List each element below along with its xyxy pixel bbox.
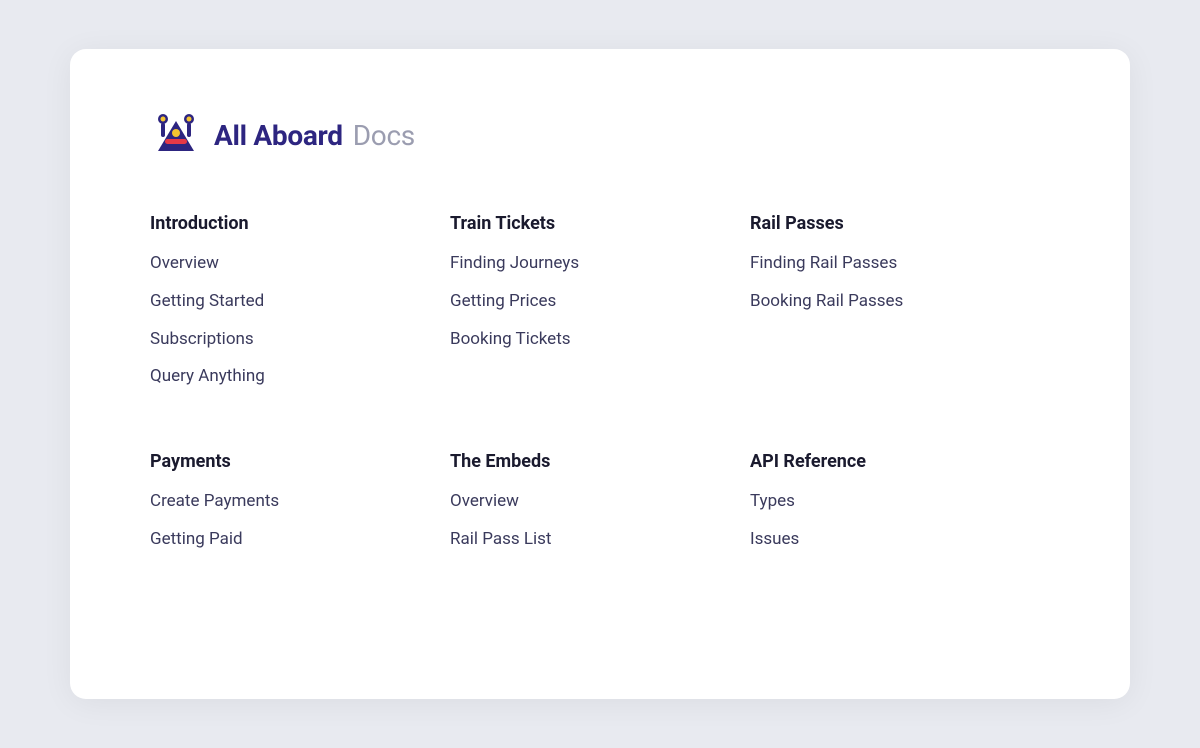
- nav-item-create-payments[interactable]: Create Payments: [150, 490, 410, 514]
- nav-section-title-rail-passes: Rail Passes: [750, 213, 1010, 234]
- nav-item-subscriptions[interactable]: Subscriptions: [150, 328, 410, 352]
- nav-grid: Introduction Overview Getting Started Subsc…: [150, 213, 1050, 614]
- logo-text: All Aboard Docs: [214, 119, 415, 152]
- nav-item-finding-rail-passes[interactable]: Finding Rail Passes: [750, 252, 1010, 276]
- nav-item-query-anything[interactable]: Query Anything: [150, 365, 410, 389]
- nav-item-overview[interactable]: Overview: [450, 490, 710, 514]
- nav-item-getting-prices[interactable]: Getting Prices: [450, 290, 710, 314]
- nav-item-booking-rail-passes[interactable]: Booking Rail Passes: [750, 290, 1010, 314]
- nav-section-train-tickets: Train Tickets Finding Journeys Getting Pri…: [450, 213, 750, 403]
- logo-brand: All Aboard: [214, 119, 343, 152]
- nav-item-rail-pass-list[interactable]: Rail Pass List: [450, 528, 710, 552]
- nav-section-title-the-embeds: The Embeds: [450, 451, 710, 472]
- nav-section-the-embeds: The Embeds Overview Rail Pass List: [450, 451, 750, 566]
- logo-section: All Aboard Docs: [150, 109, 1050, 161]
- nav-item-overview[interactable]: Overview: [150, 252, 410, 276]
- nav-section-rail-passes: Rail Passes Finding Rail Passes Booking Ra…: [750, 213, 1050, 403]
- nav-section-api-reference: API Reference Types Issues: [750, 451, 1050, 566]
- nav-section-introduction: Introduction Overview Getting Started Subsc…: [150, 213, 450, 403]
- nav-section-payments: Payments Create Payments Getting Paid: [150, 451, 450, 566]
- nav-item-getting-paid[interactable]: Getting Paid: [150, 528, 410, 552]
- nav-item-getting-started[interactable]: Getting Started: [150, 290, 410, 314]
- nav-item-finding-journeys[interactable]: Finding Journeys: [450, 252, 710, 276]
- nav-section-title-introduction: Introduction: [150, 213, 410, 234]
- nav-item-types[interactable]: Types: [750, 490, 1010, 514]
- logo-docs: Docs: [353, 119, 415, 152]
- nav-item-issues[interactable]: Issues: [750, 528, 1010, 552]
- nav-section-title-train-tickets: Train Tickets: [450, 213, 710, 234]
- nav-section-title-payments: Payments: [150, 451, 410, 472]
- nav-section-title-api-reference: API Reference: [750, 451, 1010, 472]
- brand-logo-icon: [150, 109, 202, 161]
- nav-item-booking-tickets[interactable]: Booking Tickets: [450, 328, 710, 352]
- main-card: All Aboard Docs Introduction Overview Gett…: [70, 49, 1130, 699]
